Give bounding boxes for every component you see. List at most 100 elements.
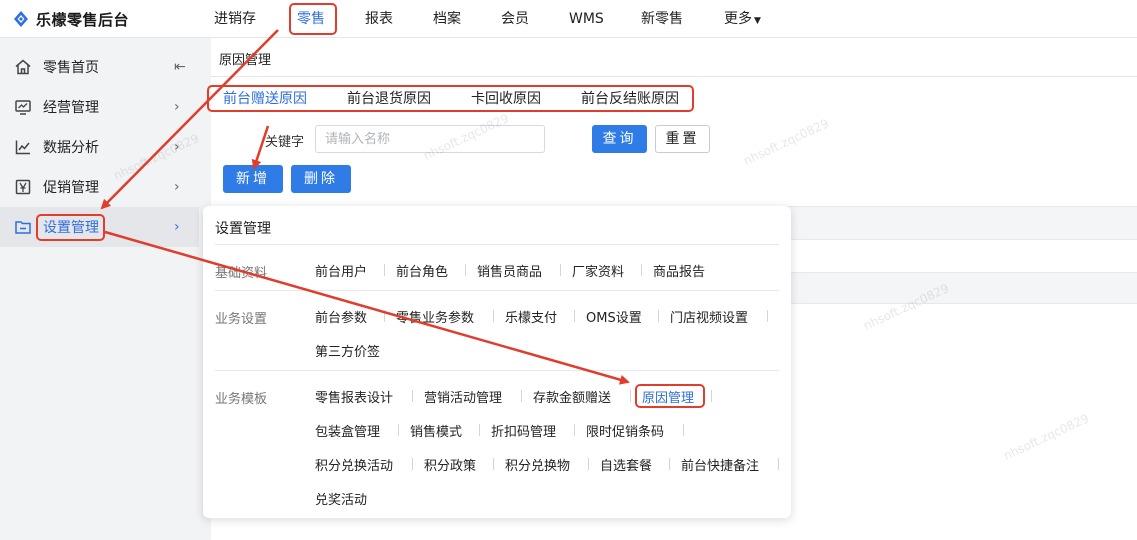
app-title: 乐檬零售后台 <box>36 10 130 29</box>
menu-item-packing-box[interactable]: 包装盒管理 <box>315 421 380 440</box>
collapse-sidebar-icon[interactable]: ⇤ <box>174 59 186 75</box>
logo-icon <box>14 11 28 27</box>
sidebar-item-label: 零售首页 <box>43 60 99 76</box>
item-separator <box>398 424 399 436</box>
line-chart-icon <box>15 140 30 155</box>
add-button[interactable]: 新增 <box>223 165 283 193</box>
sidebar-item-operation[interactable]: 经营管理 › <box>0 87 199 127</box>
sidebar-item-settings[interactable]: 设置管理 › <box>0 207 199 247</box>
menu-item-flash-sale-barcode[interactable]: 限时促销条码 <box>586 421 664 440</box>
item-separator <box>384 264 385 276</box>
menu-item-third-party-price-tag[interactable]: 第三方价签 <box>315 341 380 360</box>
item-separator <box>465 264 466 276</box>
nav-baobiao[interactable]: 报表 <box>365 0 393 38</box>
menu-item-frontend-user[interactable]: 前台用户 <box>315 261 367 280</box>
menu-item-oms-settings[interactable]: OMS设置 <box>586 307 642 326</box>
menu-item-reason-management[interactable]: 原因管理 <box>642 387 694 406</box>
menu-item-vendor-info[interactable]: 厂家资料 <box>572 261 624 280</box>
item-separator <box>493 310 494 322</box>
menu-item-frontend-params[interactable]: 前台参数 <box>315 307 367 326</box>
nav-huiyuan[interactable]: 会员 <box>501 0 529 38</box>
tab-gift-reason[interactable]: 前台赠送原因 <box>223 88 307 112</box>
nav-more-label: 更多 <box>724 11 752 27</box>
app-logo[interactable]: 乐檬零售后台 <box>12 8 129 30</box>
flyout-divider <box>215 370 779 371</box>
sidebar-item-label: 经营管理 <box>43 100 99 116</box>
chevron-right-icon: › <box>174 99 180 115</box>
sidebar-item-promotion[interactable]: 促销管理 › <box>0 167 199 207</box>
keyword-input[interactable] <box>315 125 545 153</box>
menu-item-marketing-activity[interactable]: 营销活动管理 <box>424 387 502 406</box>
chevron-right-icon: › <box>174 139 180 155</box>
item-separator <box>574 424 575 436</box>
item-separator <box>479 424 480 436</box>
promo-icon <box>15 179 31 195</box>
page-tab-divider <box>211 76 1137 77</box>
menu-item-combo-meal[interactable]: 自选套餐 <box>600 455 652 474</box>
item-separator <box>384 310 385 322</box>
menu-item-discount-code[interactable]: 折扣码管理 <box>491 421 556 440</box>
delete-button[interactable]: 删除 <box>291 165 351 193</box>
menu-item-salesperson-goods[interactable]: 销售员商品 <box>477 261 542 280</box>
menu-item-retail-report-design[interactable]: 零售报表设计 <box>315 387 393 406</box>
sidebar-item-home[interactable]: 零售首页 ⇤ <box>0 47 199 87</box>
group-label-basic: 基础资料 <box>215 266 268 281</box>
nav-wms[interactable]: WMS <box>569 0 604 38</box>
caret-down-icon: ▼ <box>754 16 761 26</box>
menu-item-goods-report[interactable]: 商品报告 <box>653 261 705 280</box>
menu-item-retail-business-params[interactable]: 零售业务参数 <box>396 307 474 326</box>
nav-jinxiaocun[interactable]: 进销存 <box>214 0 256 38</box>
sidebar-item-analysis[interactable]: 数据分析 › <box>0 127 199 167</box>
chevron-right-icon: › <box>174 179 180 195</box>
item-separator <box>588 458 589 470</box>
nav-dangan[interactable]: 档案 <box>433 0 461 38</box>
item-separator <box>574 310 575 322</box>
tab-card-recycle-reason[interactable]: 卡回收原因 <box>471 88 541 112</box>
flyout-divider <box>215 244 779 245</box>
query-button[interactable]: 查询 <box>592 125 647 153</box>
page-tab-reason-management[interactable]: 原因管理 <box>211 46 280 80</box>
item-separator <box>641 264 642 276</box>
item-separator <box>560 264 561 276</box>
tab-reverse-checkout-reason[interactable]: 前台反结账原因 <box>581 88 679 112</box>
menu-item-lemeng-pay[interactable]: 乐檬支付 <box>505 307 557 326</box>
item-separator <box>412 390 413 402</box>
flyout-title: 设置管理 <box>215 221 271 237</box>
group-label-business-settings: 业务设置 <box>215 312 268 327</box>
menu-item-points-goods[interactable]: 积分兑换物 <box>505 455 570 474</box>
menu-item-points-policy[interactable]: 积分政策 <box>424 455 476 474</box>
menu-item-prize-activity[interactable]: 兑奖活动 <box>315 489 367 508</box>
flyout-divider <box>215 290 779 291</box>
menu-item-sales-mode[interactable]: 销售模式 <box>410 421 462 440</box>
item-separator <box>521 390 522 402</box>
tab-return-reason[interactable]: 前台退货原因 <box>347 88 431 112</box>
menu-item-points-exchange[interactable]: 积分兑换活动 <box>315 455 393 474</box>
menu-item-frontend-role[interactable]: 前台角色 <box>396 261 448 280</box>
home-icon <box>15 59 31 75</box>
menu-item-quick-notes[interactable]: 前台快捷备注 <box>681 455 759 474</box>
sidebar-item-label: 促销管理 <box>43 180 99 196</box>
nav-lingshou[interactable]: 零售 <box>297 0 325 38</box>
menu-item-deposit-gift[interactable]: 存款金额赠送 <box>533 387 611 406</box>
menu-item-store-video-settings[interactable]: 门店视频设置 <box>670 307 748 326</box>
keyword-label: 关键字 <box>265 135 305 150</box>
reset-button[interactable]: 重置 <box>655 125 710 153</box>
nav-xinlingshou[interactable]: 新零售 <box>641 0 683 38</box>
sidebar-item-label: 设置管理 <box>43 220 99 236</box>
item-separator <box>669 458 670 470</box>
group-label-business-templates: 业务模板 <box>215 392 268 407</box>
nav-more[interactable]: 更多 ▼ <box>724 0 761 38</box>
folder-icon <box>15 221 31 234</box>
item-separator <box>630 390 631 402</box>
item-separator <box>412 458 413 470</box>
sidebar-item-label: 数据分析 <box>43 140 99 156</box>
item-separator <box>493 458 494 470</box>
sidebar: 零售首页 ⇤ 经营管理 › 数据分析 › 促销管理 › 设置管理 › <box>0 38 199 540</box>
item-separator <box>683 424 684 436</box>
settings-flyout-menu: 设置管理 基础资料 前台用户 前台角色 销售员商品 厂家资料 商品报告 业务设置… <box>203 206 791 518</box>
item-separator <box>711 390 712 402</box>
item-separator <box>658 310 659 322</box>
chevron-right-icon: › <box>174 219 180 235</box>
monitor-chart-icon <box>15 100 31 115</box>
top-bar: 乐檬零售后台 进销存 零售 报表 档案 会员 WMS 新零售 更多 ▼ <box>0 0 1137 38</box>
